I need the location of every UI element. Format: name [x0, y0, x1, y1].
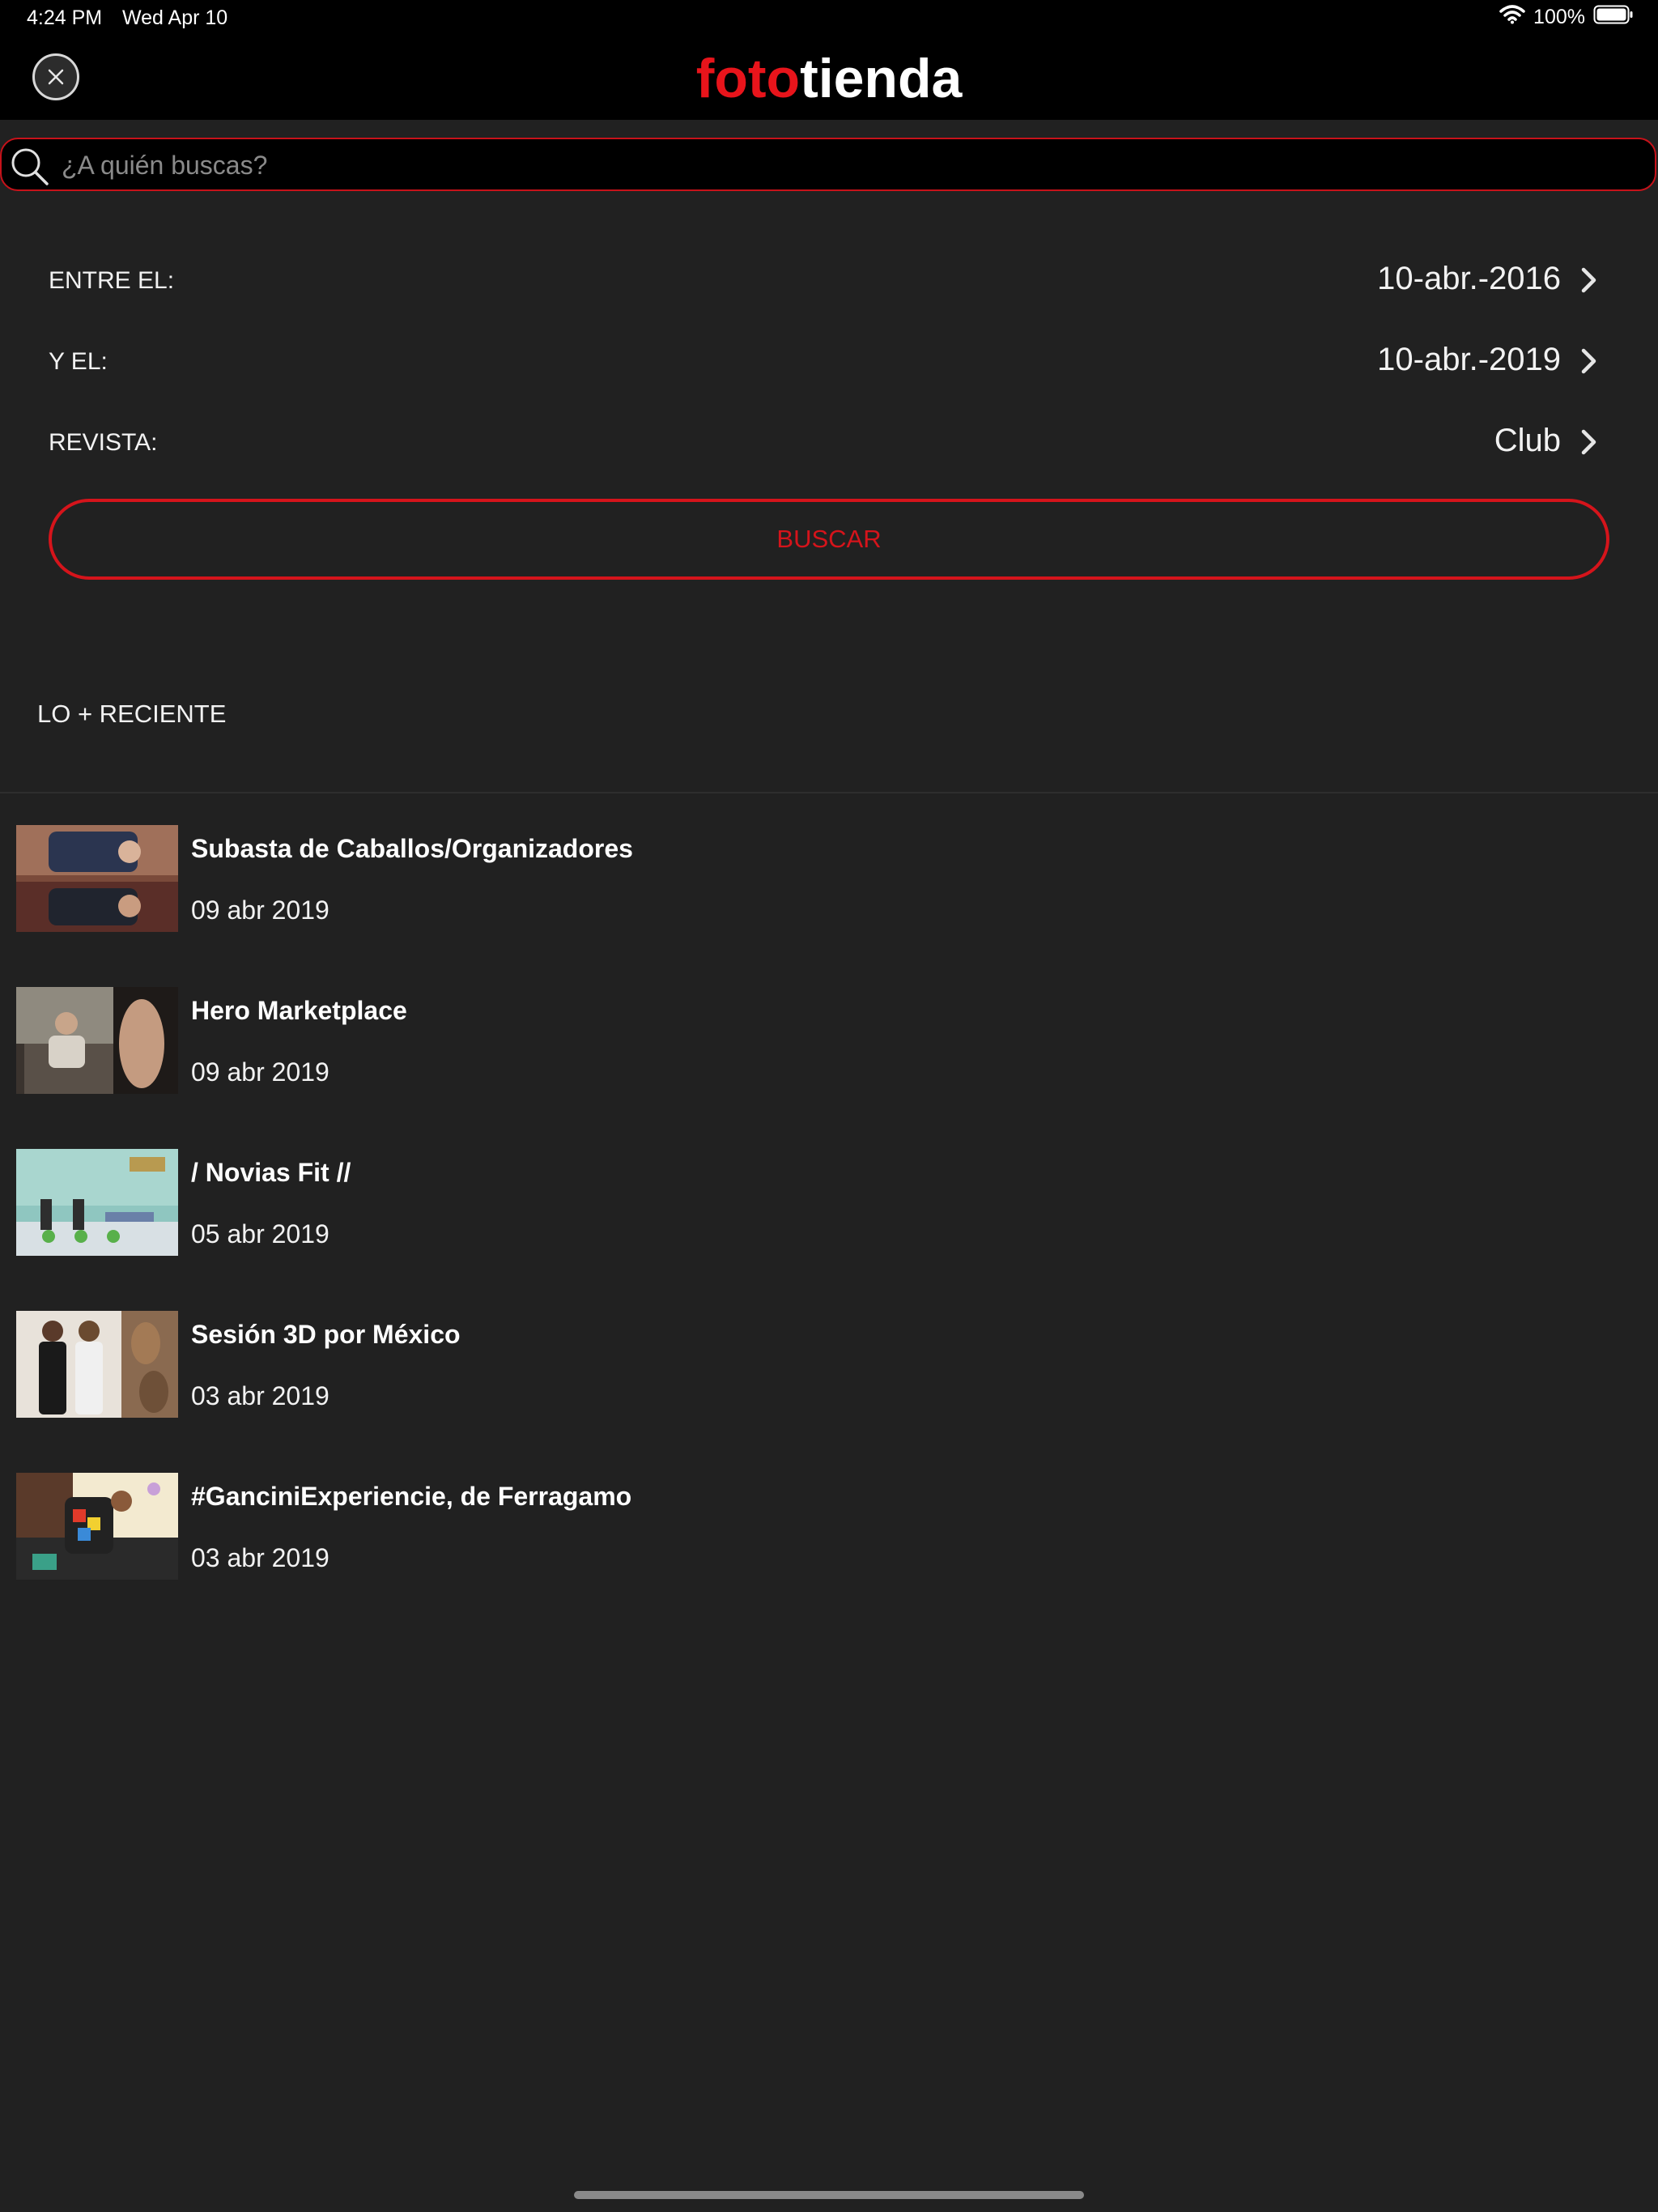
battery-percent: 100%: [1533, 6, 1585, 28]
chevron-right-icon: [1580, 348, 1598, 378]
thumbnail-image: [16, 1311, 178, 1418]
status-bar: 4:24 PM Wed Apr 10 100%: [0, 0, 1658, 39]
thumbnail-image: [16, 987, 178, 1094]
logo-part-tienda: tienda: [800, 48, 963, 109]
item-date: 09 abr 2019: [191, 895, 329, 925]
filter-row-start-date[interactable]: ENTRE EL: 10-abr.-2016: [0, 256, 1658, 304]
filter-value-magazine: Club: [1494, 423, 1561, 458]
wifi-icon: [1499, 5, 1525, 30]
battery-icon: [1593, 5, 1634, 30]
search-input[interactable]: [60, 146, 1601, 185]
search-button[interactable]: BUSCAR: [49, 499, 1609, 580]
item-date: 03 abr 2019: [191, 1543, 329, 1572]
filter-label-end-date: Y EL:: [49, 348, 108, 375]
thumbnail-image: [16, 1149, 178, 1256]
list-item[interactable]: #GanciniExperiencie, de Ferragamo 03 abr…: [0, 1457, 1658, 1587]
item-title: Subasta de Caballos/Organizadores: [191, 834, 633, 863]
chevron-right-icon: [1580, 429, 1598, 459]
item-title: / Novias Fit //: [191, 1158, 351, 1187]
chevron-right-icon: [1580, 267, 1598, 297]
item-title: Hero Marketplace: [191, 996, 407, 1025]
filter-value-end-date: 10-abr.-2019: [1377, 342, 1561, 377]
app-logo: fototienda: [0, 47, 1658, 110]
item-date: 09 abr 2019: [191, 1057, 329, 1087]
filter-row-end-date[interactable]: Y EL: 10-abr.-2019: [0, 337, 1658, 385]
filter-label-magazine: REVISTA:: [49, 429, 158, 456]
section-divider: [0, 792, 1658, 793]
nav-bar: fototienda: [0, 39, 1658, 120]
list-item[interactable]: Subasta de Caballos/Organizadores 09 abr…: [0, 810, 1658, 939]
list-item[interactable]: Sesión 3D por México 03 abr 2019: [0, 1295, 1658, 1425]
status-date: Wed Apr 10: [122, 6, 228, 29]
logo-part-foto: foto: [695, 48, 801, 109]
filter-label-start-date: ENTRE EL:: [49, 267, 175, 294]
search-icon: [8, 146, 52, 190]
item-date: 05 abr 2019: [191, 1219, 329, 1249]
item-title: #GanciniExperiencie, de Ferragamo: [191, 1482, 632, 1511]
status-time: 4:24 PM: [27, 6, 103, 29]
list-item[interactable]: Hero Marketplace 09 abr 2019: [0, 972, 1658, 1101]
filter-value-start-date: 10-abr.-2016: [1377, 261, 1561, 296]
item-date: 03 abr 2019: [191, 1381, 329, 1410]
home-indicator[interactable]: [574, 2191, 1084, 2199]
status-indicators: 100%: [1499, 5, 1634, 30]
search-bar[interactable]: [0, 138, 1656, 191]
item-title: Sesión 3D por México: [191, 1320, 461, 1349]
thumbnail-image: [16, 825, 178, 932]
thumbnail-image: [16, 1473, 178, 1580]
filter-row-magazine[interactable]: REVISTA: Club: [0, 418, 1658, 466]
section-title-recent: LO + RECIENTE: [37, 700, 227, 728]
list-item[interactable]: / Novias Fit // 05 abr 2019: [0, 1134, 1658, 1263]
